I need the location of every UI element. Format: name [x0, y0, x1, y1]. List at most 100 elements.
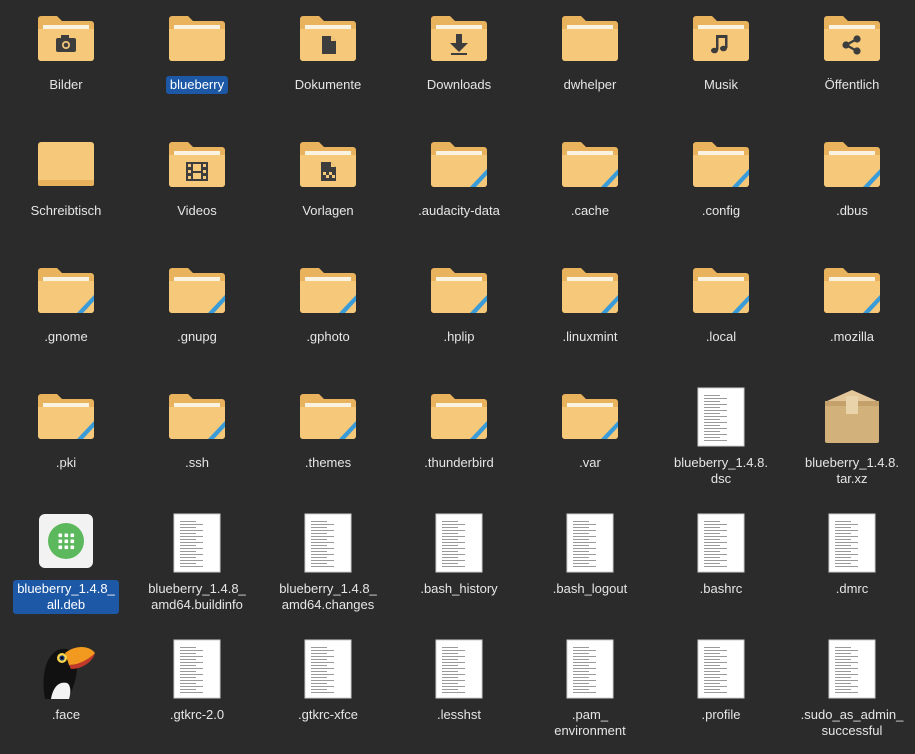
- file-label: blueberry_1.4.8. dsc: [674, 455, 768, 486]
- folder-link-icon: [132, 390, 262, 452]
- file-label: blueberry: [165, 76, 229, 94]
- file-item-thunderbird[interactable]: .thunderbird: [394, 382, 524, 502]
- file-label: .gtkrc-xfce: [298, 707, 358, 722]
- file-label: .local: [705, 329, 737, 344]
- file-label-wrap: .gphoto: [263, 328, 393, 346]
- file-label-wrap: Musik: [656, 76, 786, 94]
- file-label: Schreibtisch: [30, 203, 102, 218]
- file-label: .thunderbird: [424, 455, 494, 470]
- file-item-bash-history[interactable]: .bash_history: [394, 508, 524, 628]
- file-label: .audacity-data: [418, 203, 500, 218]
- folder-link-icon: [394, 264, 524, 326]
- file-label-wrap: .cache: [525, 202, 655, 220]
- folder-link-icon: [132, 264, 262, 326]
- file-item-hplip[interactable]: .hplip: [394, 256, 524, 376]
- file-label-wrap: .themes: [263, 454, 393, 472]
- file-item-schreibtisch[interactable]: Schreibtisch: [1, 130, 131, 250]
- text-file-icon: [656, 387, 786, 449]
- file-label-wrap: .bash_logout: [525, 580, 655, 598]
- file-label-wrap: Dokumente: [263, 76, 393, 94]
- share-icon: [787, 12, 915, 74]
- file-item-sudo-as-admin-successful[interactable]: .sudo_as_admin_ successful: [787, 634, 915, 754]
- file-label-wrap: .ssh: [132, 454, 262, 472]
- file-label-wrap: blueberry_1.4.8_ all.deb: [1, 580, 131, 614]
- file-item-gtkrc-2-0[interactable]: .gtkrc-2.0: [132, 634, 262, 754]
- text-file-icon: [525, 639, 655, 701]
- file-label-wrap: .bash_history: [394, 580, 524, 598]
- file-item-downloads[interactable]: Downloads: [394, 4, 524, 124]
- file-item-dmrc[interactable]: .dmrc: [787, 508, 915, 628]
- file-item-blueberry[interactable]: blueberry: [132, 4, 262, 124]
- file-item-gtkrc-xfce[interactable]: .gtkrc-xfce: [263, 634, 393, 754]
- file-label-wrap: Vorlagen: [263, 202, 393, 220]
- file-label-wrap: Videos: [132, 202, 262, 220]
- file-item-blueberry-1-4-8-all-deb[interactable]: blueberry_1.4.8_ all.deb: [1, 508, 131, 628]
- text-file-icon: [787, 513, 915, 575]
- file-label-wrap: blueberry: [132, 76, 262, 94]
- file-item-blueberry-1-4-8-amd64-buildinfo[interactable]: blueberry_1.4.8_ amd64.buildinfo: [132, 508, 262, 628]
- text-file-icon: [656, 639, 786, 701]
- file-item-gnome[interactable]: .gnome: [1, 256, 131, 376]
- file-item-dokumente[interactable]: Dokumente: [263, 4, 393, 124]
- file-item-pam-environment[interactable]: .pam_ environment: [525, 634, 655, 754]
- file-label: .gphoto: [306, 329, 350, 344]
- file-label: Videos: [177, 203, 217, 218]
- file-item-blueberry-1-4-8-dsc[interactable]: blueberry_1.4.8. dsc: [656, 382, 786, 502]
- file-item-linuxmint[interactable]: .linuxmint: [525, 256, 655, 376]
- file-label: .bashrc: [699, 581, 743, 596]
- music-note-icon: [656, 12, 786, 74]
- file-label: .themes: [304, 455, 352, 470]
- folder-link-icon: [263, 390, 393, 452]
- file-item-oeffentlich[interactable]: Öffentlich: [787, 4, 915, 124]
- file-item-themes[interactable]: .themes: [263, 382, 393, 502]
- file-item-pki[interactable]: .pki: [1, 382, 131, 502]
- file-item-musik[interactable]: Musik: [656, 4, 786, 124]
- file-label: blueberry_1.4.8_ amd64.buildinfo: [148, 581, 246, 612]
- file-label-wrap: .face: [1, 706, 131, 724]
- file-label-wrap: .lesshst: [394, 706, 524, 724]
- file-item-lesshst[interactable]: .lesshst: [394, 634, 524, 754]
- file-label: blueberry_1.4.8_ amd64.changes: [279, 581, 377, 612]
- file-label: Musik: [704, 77, 738, 92]
- file-label-wrap: .local: [656, 328, 786, 346]
- file-label-wrap: .audacity-data: [394, 202, 524, 220]
- text-file-icon: [263, 639, 393, 701]
- file-item-vorlagen[interactable]: Vorlagen: [263, 130, 393, 250]
- file-label: .profile: [701, 707, 741, 722]
- file-label: .bash_history: [420, 581, 498, 596]
- file-label: dwhelper: [563, 77, 617, 92]
- file-label: .gnome: [44, 329, 88, 344]
- file-item-dwhelper[interactable]: dwhelper: [525, 4, 655, 124]
- file-item-dbus[interactable]: .dbus: [787, 130, 915, 250]
- file-label: .dmrc: [835, 581, 869, 596]
- file-label: .mozilla: [829, 329, 875, 344]
- file-label-wrap: .pki: [1, 454, 131, 472]
- file-label-wrap: .mozilla: [787, 328, 915, 346]
- file-item-config[interactable]: .config: [656, 130, 786, 250]
- file-item-blueberry-1-4-8-tar-xz[interactable]: blueberry_1.4.8. tar.xz: [787, 382, 915, 502]
- file-item-face[interactable]: .face: [1, 634, 131, 754]
- file-item-gnupg[interactable]: .gnupg: [132, 256, 262, 376]
- file-label-wrap: .var: [525, 454, 655, 472]
- file-item-cache[interactable]: .cache: [525, 130, 655, 250]
- file-label-wrap: blueberry_1.4.8. dsc: [656, 454, 786, 488]
- file-item-videos[interactable]: Videos: [132, 130, 262, 250]
- file-item-local[interactable]: .local: [656, 256, 786, 376]
- file-item-bash-logout[interactable]: .bash_logout: [525, 508, 655, 628]
- file-item-audacity-data[interactable]: .audacity-data: [394, 130, 524, 250]
- folder-link-icon: [263, 264, 393, 326]
- film-icon: [132, 138, 262, 200]
- file-item-gphoto[interactable]: .gphoto: [263, 256, 393, 376]
- file-item-blueberry-1-4-8-amd64-changes[interactable]: blueberry_1.4.8_ amd64.changes: [263, 508, 393, 628]
- download-arrow-icon: [394, 12, 524, 74]
- file-item-bilder[interactable]: Bilder: [1, 4, 131, 124]
- file-item-var[interactable]: .var: [525, 382, 655, 502]
- file-item-ssh[interactable]: .ssh: [132, 382, 262, 502]
- file-item-mozilla[interactable]: .mozilla: [787, 256, 915, 376]
- text-file-icon: [132, 639, 262, 701]
- file-label: .config: [701, 203, 741, 218]
- file-label-wrap: blueberry_1.4.8_ amd64.buildinfo: [132, 580, 262, 614]
- file-item-bashrc[interactable]: .bashrc: [656, 508, 786, 628]
- file-label: .bash_logout: [552, 581, 628, 596]
- file-item-profile[interactable]: .profile: [656, 634, 786, 754]
